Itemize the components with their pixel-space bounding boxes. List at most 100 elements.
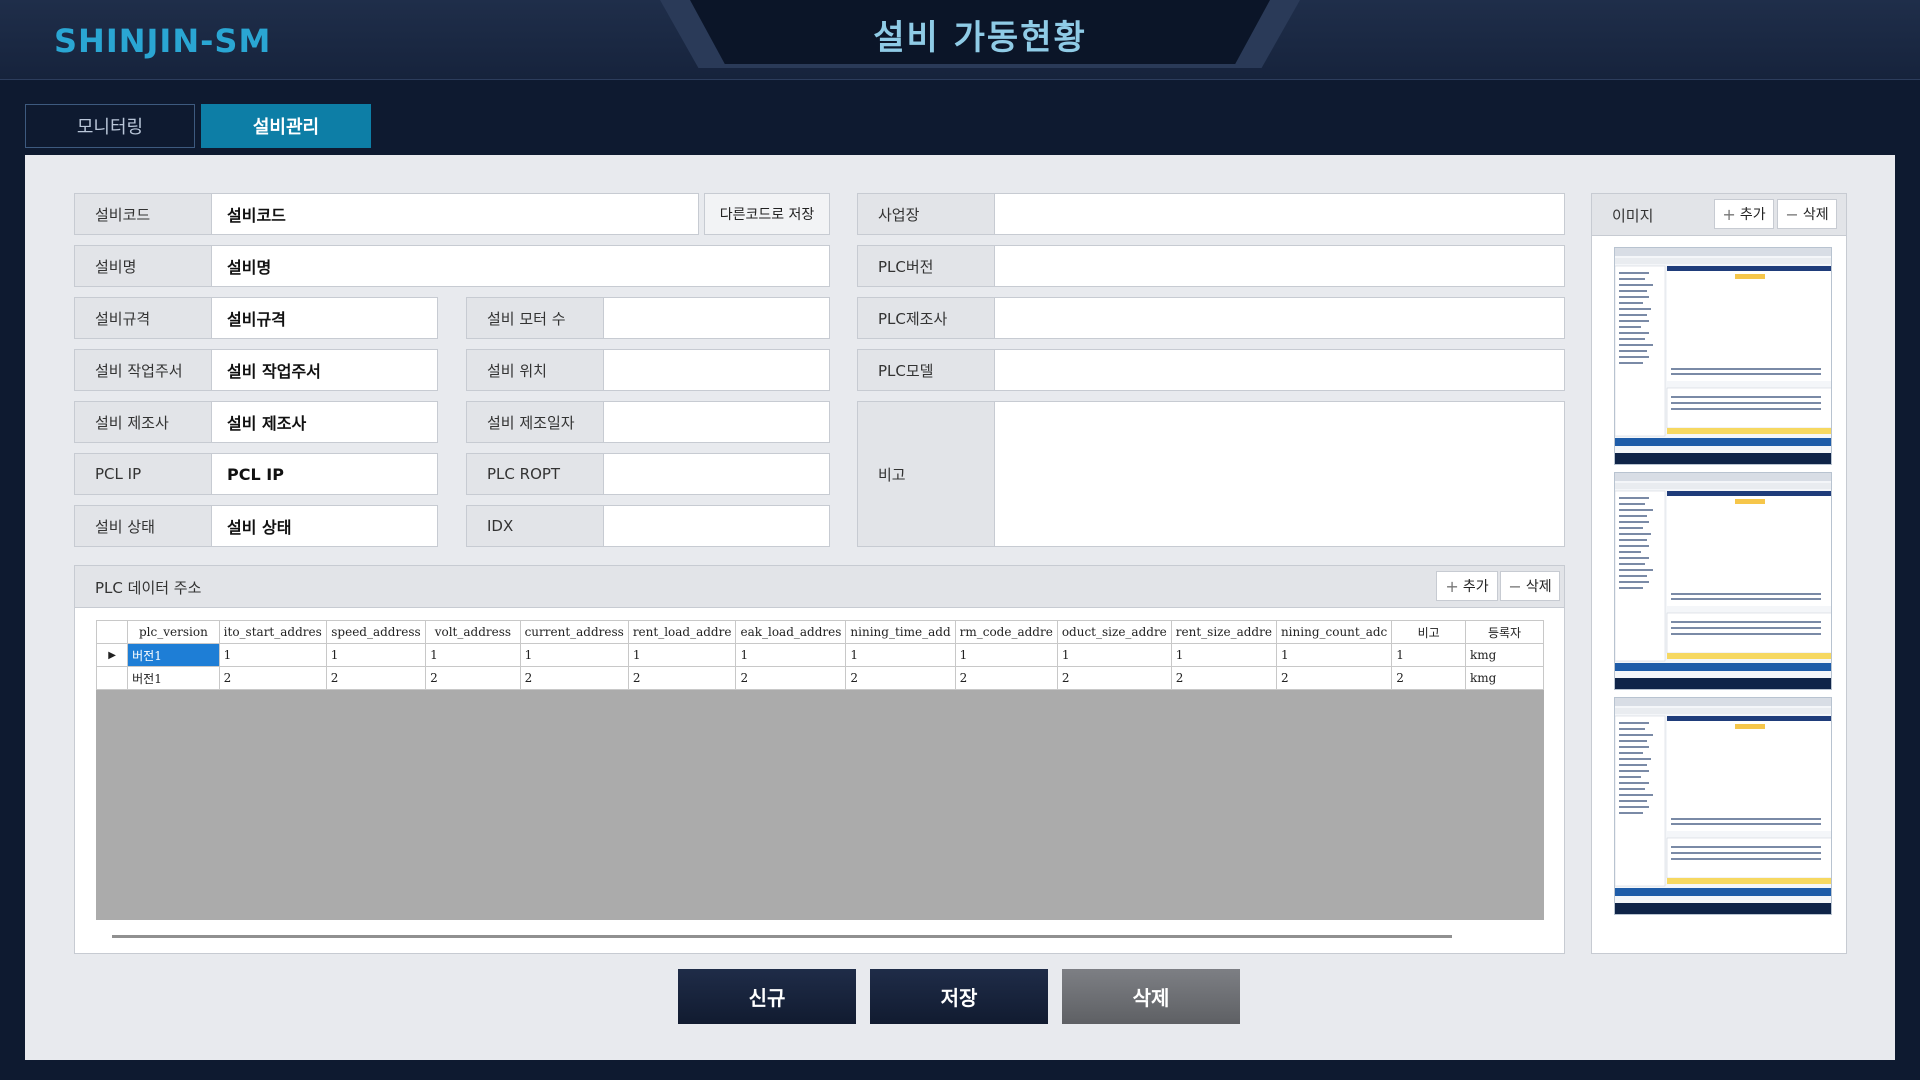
table-cell[interactable]: 1 [1275,643,1393,667]
table-cell[interactable]: 1 [845,643,956,667]
main-panel: 설비코드 설비코드 다른코드로 저장 설비명 설비명 설비규격 설비규격 설비 … [25,155,1895,1060]
row-selector-icon[interactable]: ▶ [96,643,129,667]
column-header[interactable]: current_address [519,620,629,644]
table-cell[interactable]: 2 [735,666,847,690]
field-plc-ropt-input[interactable] [604,454,829,494]
field-idx-input[interactable] [604,506,829,546]
field-site-input[interactable] [995,194,1564,234]
table-cell[interactable]: 1 [954,643,1058,667]
field-status: 설비 상태 설비 상태 [74,505,438,547]
field-plc-model-input[interactable] [995,350,1564,390]
new-button[interactable]: 신규 [678,969,856,1024]
table-cell[interactable]: 1 [519,643,629,667]
column-header[interactable]: nining_count_adc [1275,620,1393,644]
image-thumbnail[interactable] [1614,472,1832,690]
screenshot-thumbnail-icon [1615,248,1831,464]
table-cell[interactable]: 1 [1170,643,1277,667]
plc-data-grid[interactable]: plc_version ito_start_addres speed_addre… [96,620,1544,920]
image-delete-button[interactable]: − 삭제 [1777,199,1837,229]
table-cell[interactable]: 2 [218,666,327,690]
column-header[interactable]: eak_load_addres [735,620,847,644]
table-cell[interactable]: 1 [218,643,327,667]
table-row[interactable]: ▶ 버전1 1 1 1 1 1 1 1 1 1 1 1 1 kmg [96,643,1544,667]
save-button[interactable]: 저장 [870,969,1048,1024]
field-spec: 설비규격 설비규격 [74,297,438,339]
tab-equipment-management[interactable]: 설비관리 [201,104,371,148]
minus-icon: − [1785,204,1799,224]
field-maker: 설비 제조사 설비 제조사 [74,401,438,443]
plc-delete-button[interactable]: − 삭제 [1500,571,1560,601]
field-work-address-input[interactable]: 설비 작업주서 [212,350,437,390]
column-header[interactable]: 등록자 [1465,620,1544,644]
table-row[interactable]: 버전1 2 2 2 2 2 2 2 2 2 2 2 2 kmg [96,666,1544,690]
table-cell[interactable]: 2 [425,666,521,690]
field-site-label: 사업장 [858,194,995,234]
field-memo-textarea[interactable] [995,402,1564,546]
row-header-corner [96,620,129,644]
delete-button[interactable]: 삭제 [1062,969,1240,1024]
column-header[interactable]: speed_address [325,620,427,644]
field-location-input[interactable] [604,350,829,390]
field-plc-model-label: PLC모델 [858,350,995,390]
field-status-input[interactable]: 설비 상태 [212,506,437,546]
table-cell[interactable]: 버전1 [127,666,220,690]
field-make-date-input[interactable] [604,402,829,442]
table-cell[interactable]: 버전1 [127,643,220,667]
plc-add-button[interactable]: + 추가 [1436,571,1498,601]
column-header[interactable]: rent_size_addre [1170,620,1277,644]
field-spec-input[interactable]: 설비규격 [212,298,437,338]
table-cell[interactable]: 2 [1170,666,1277,690]
field-code-label: 설비코드 [75,194,212,234]
field-pcl-ip-input[interactable]: PCL IP [212,454,437,494]
row-selector[interactable] [96,666,129,690]
column-header[interactable]: volt_address [425,620,521,644]
table-cell[interactable]: kmg [1465,643,1544,667]
table-cell[interactable]: 2 [845,666,956,690]
table-cell[interactable]: 1 [735,643,847,667]
table-cell[interactable]: 2 [954,666,1058,690]
field-plc-model: PLC모델 [857,349,1565,391]
table-cell[interactable]: 1 [425,643,521,667]
field-spec-label: 설비규격 [75,298,212,338]
field-memo-label: 비고 [858,402,995,546]
field-maker-input[interactable]: 설비 제조사 [212,402,437,442]
table-cell[interactable]: kmg [1465,666,1544,690]
image-delete-label: 삭제 [1802,207,1829,223]
table-cell[interactable]: 1 [1391,643,1467,667]
column-header[interactable]: plc_version [127,620,220,644]
field-plc-maker-input[interactable] [995,298,1564,338]
table-cell[interactable]: 2 [627,666,737,690]
field-site: 사업장 [857,193,1565,235]
field-make-date: 설비 제조일자 [466,401,830,443]
column-header[interactable]: oduct_size_addre [1056,620,1172,644]
column-header[interactable]: 비고 [1391,620,1467,644]
tab-monitoring[interactable]: 모니터링 [25,104,195,148]
table-cell[interactable]: 2 [1391,666,1467,690]
column-header[interactable]: nining_time_add [845,620,956,644]
image-thumbnail[interactable] [1614,697,1832,915]
image-panel-title: 이미지 [1612,207,1654,225]
table-cell[interactable]: 2 [1056,666,1172,690]
field-idx: IDX [466,505,830,547]
field-name-input[interactable]: 설비명 [212,246,829,286]
table-cell[interactable]: 2 [1275,666,1393,690]
field-name: 설비명 설비명 [74,245,830,287]
image-add-button[interactable]: + 추가 [1714,199,1774,229]
horizontal-scrollbar[interactable] [112,935,1452,938]
field-code-input[interactable]: 설비코드 [212,194,698,234]
field-motor-count-input[interactable] [604,298,829,338]
table-cell[interactable]: 1 [325,643,427,667]
column-header[interactable]: rm_code_addre [954,620,1058,644]
column-header[interactable]: ito_start_addres [218,620,327,644]
image-thumbnail[interactable] [1614,247,1832,465]
table-cell[interactable]: 1 [627,643,737,667]
field-plc-version-input[interactable] [995,246,1564,286]
plc-address-title: PLC 데이터 주소 [95,579,202,597]
save-other-code-button[interactable]: 다른코드로 저장 [704,193,830,235]
screenshot-thumbnail-icon [1615,473,1831,689]
table-cell[interactable]: 2 [325,666,427,690]
table-cell[interactable]: 2 [519,666,629,690]
page-title: 설비 가동현황 [873,18,1087,58]
column-header[interactable]: rent_load_addre [627,620,737,644]
table-cell[interactable]: 1 [1056,643,1172,667]
